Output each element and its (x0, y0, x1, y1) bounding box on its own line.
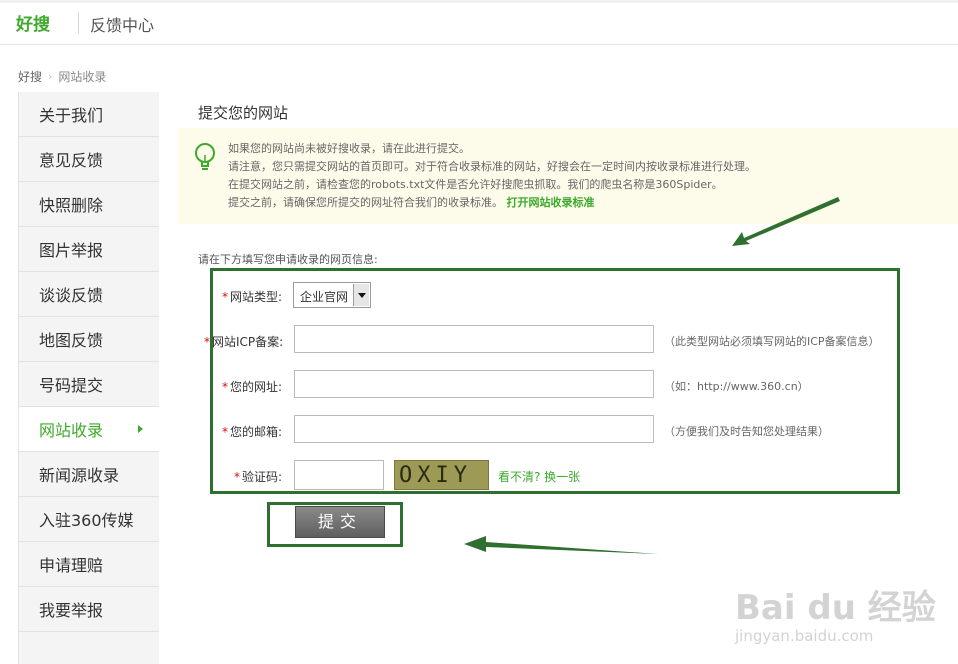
captcha-label: * 验证码: (234, 468, 282, 485)
sidebar-item-label: 申请理赔 (39, 556, 104, 575)
baidu-jingyan-watermark: Bai du 经验 jingyan.baidu.com (735, 580, 936, 645)
sidebar-item-label: 地图反馈 (39, 331, 104, 350)
page-title: 提交您的网站 (198, 104, 289, 122)
url-input[interactable] (294, 370, 654, 398)
email-label: * 您的邮箱: (222, 423, 282, 440)
annotation-arrow-icon (464, 536, 658, 554)
top-bar: 好搜 反馈中心 (0, 0, 958, 45)
notice-line: 如果您的网站尚未被好搜收录，请在此进行提交。 (228, 142, 470, 155)
site-type-label-text: 网站类型: (230, 290, 283, 304)
site-type-value: 企业官网 (300, 290, 349, 304)
sidebar-item-number-submit[interactable]: 号码提交 (19, 362, 159, 407)
sidebar-item-site-indexing[interactable]: 网站收录 (19, 407, 159, 452)
sidebar-item-about[interactable]: 关于我们 (19, 92, 159, 137)
icp-label-text: 网站ICP备案: (212, 335, 284, 349)
icp-hint: （此类型网站必须填写网站的ICP备案信息） (664, 335, 880, 348)
watermark-main: Bai du 经验 (735, 588, 936, 628)
url-label-text: 您的网址: (230, 380, 283, 394)
url-hint: （如：http://www.360.cn） (664, 380, 809, 393)
sidebar-item-label: 意见反馈 (39, 151, 104, 170)
site-type-select[interactable]: 企业官网 (293, 282, 371, 308)
form-intro-text: 请在下方填写您申请收录的网页信息: (198, 253, 378, 266)
breadcrumb-current: 网站收录 (58, 70, 107, 84)
notice-line: 在提交网站之前，请检查您的robots.txt文件是否允许好搜爬虫抓取。我们的爬… (228, 178, 723, 191)
sidebar-item-map-feedback[interactable]: 地图反馈 (19, 317, 159, 362)
sidebar-item-news-source[interactable]: 新闻源收录 (19, 452, 159, 497)
captcha-label-text: 验证码: (242, 470, 283, 484)
notice-line-4: 提交之前，请确保您所提交的网址符合我们的收录标准。 打开网站收录标准 (228, 194, 756, 212)
sidebar-item-report[interactable]: 我要举报 (19, 587, 159, 632)
email-label-text: 您的邮箱: (230, 425, 283, 439)
chevron-right-icon: › (48, 70, 53, 83)
captcha-image[interactable]: OXIY (394, 460, 489, 490)
email-input[interactable] (294, 415, 654, 443)
chevron-down-icon[interactable] (353, 284, 369, 306)
haosou-logo[interactable]: 好搜 (16, 8, 50, 36)
sidebar-item-label: 号码提交 (39, 376, 104, 395)
notice-line: 提交之前，请确保您所提交的网址符合我们的收录标准。 (228, 196, 503, 209)
url-label: * 您的网址: (222, 378, 282, 395)
logo-text: 好搜 (16, 14, 50, 35)
breadcrumb: 好搜 › 网站收录 (18, 68, 106, 85)
indexing-standard-link[interactable]: 打开网站收录标准 (507, 196, 595, 209)
caret-right-icon (138, 425, 143, 433)
top-stripe (0, 0, 958, 3)
lightbulb-icon (193, 142, 217, 178)
required-mark: * (234, 470, 240, 484)
sidebar-item-360-media[interactable]: 入驻360传媒 (19, 497, 159, 542)
sidebar-item-label: 入驻360传媒 (39, 511, 134, 530)
sidebar-item-label: 网站收录 (39, 421, 104, 440)
sidebar-item-feedback[interactable]: 意见反馈 (19, 137, 159, 182)
sidebar-item-claim[interactable]: 申请理赔 (19, 542, 159, 587)
submit-button[interactable]: 提交 (295, 506, 385, 538)
email-hint: （方便我们及时告知您处理结果） (664, 425, 829, 438)
breadcrumb-home[interactable]: 好搜 (18, 68, 42, 85)
sidebar-item-talk-feedback[interactable]: 谈谈反馈 (19, 272, 159, 317)
required-mark: * (222, 380, 228, 394)
header-divider (78, 12, 79, 34)
captcha-refresh-link[interactable]: 看不清? 换一张 (498, 468, 580, 485)
required-mark: * (204, 335, 210, 349)
required-mark: * (222, 425, 228, 439)
page-section-title: 反馈中心 (90, 16, 155, 35)
watermark-sub: jingyan.baidu.com (735, 627, 874, 645)
annotation-arrow-icon (732, 197, 840, 246)
sidebar-item-label: 关于我们 (39, 106, 104, 125)
sidebar-item-label: 新闻源收录 (39, 466, 120, 485)
notice-line: 请注意，您只需提交网站的首页即可。对于符合收录标准的网站，好搜会在一定时间内按收… (228, 160, 756, 173)
sidebar-item-label: 图片举报 (39, 241, 104, 260)
icp-label: * 网站ICP备案: (204, 333, 283, 350)
sidebar-item-snapshot-delete[interactable]: 快照删除 (19, 182, 159, 227)
sidebar-item-label: 快照删除 (39, 196, 104, 215)
captcha-input[interactable] (294, 460, 384, 490)
sidebar-nav: 关于我们 意见反馈 快照删除 图片举报 谈谈反馈 地图反馈 号码提交 网站收录 … (18, 92, 159, 664)
sidebar-item-label: 我要举报 (39, 601, 104, 620)
icp-input[interactable] (294, 325, 654, 353)
required-mark: * (222, 290, 228, 304)
sidebar-item-label: 谈谈反馈 (39, 286, 104, 305)
sidebar-item-image-report[interactable]: 图片举报 (19, 227, 159, 272)
site-type-label: * 网站类型: (222, 288, 282, 305)
